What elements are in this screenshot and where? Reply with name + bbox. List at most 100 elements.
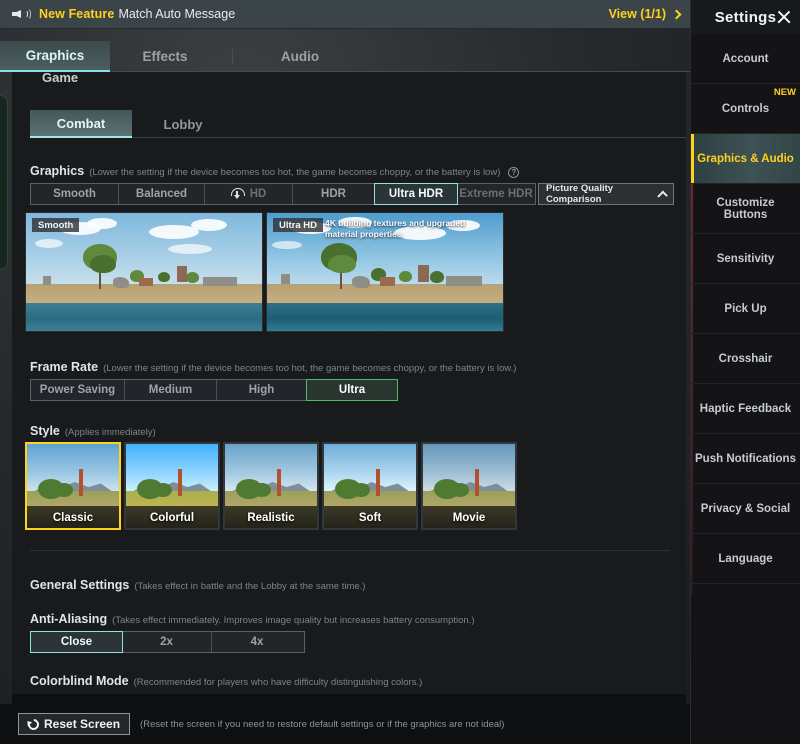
graphics-option-balanced[interactable]: Balanced: [119, 184, 205, 204]
close-icon[interactable]: [776, 9, 792, 25]
announcement-view-link[interactable]: View (1/1): [609, 7, 680, 21]
graphics-option-smooth-label: Smooth: [53, 188, 96, 200]
graphics-option-smooth[interactable]: Smooth: [31, 184, 119, 204]
graphics-option-hd[interactable]: HD: [205, 184, 293, 204]
style-option-soft[interactable]: Soft: [322, 442, 418, 530]
settings-content-panel: Game Settings Combat Lobby Graphics (Low…: [12, 72, 686, 694]
cloud-download-icon: [231, 188, 245, 200]
anti-aliasing-options: Close 2x 4x: [30, 631, 305, 653]
style-options: Classic Colorful Realistic: [25, 442, 517, 530]
subtab-underline: [132, 137, 686, 138]
style-option-movie[interactable]: Movie: [421, 442, 517, 530]
anti-aliasing-option-4x[interactable]: 4x: [212, 632, 302, 652]
sidebar-item-privacy-social[interactable]: Privacy & Social: [691, 484, 800, 534]
style-option-movie-label: Movie: [423, 512, 515, 524]
preview-ultra-hd-description: 4K building textures and upgraded materi…: [325, 218, 485, 240]
preview-ultra-hd: Ultra HD 4K building textures and upgrad…: [266, 212, 504, 332]
picture-quality-comparison-label: Picture Quality Comparison: [546, 183, 659, 205]
anti-aliasing-header: Anti-Aliasing (Takes effect immediately.…: [30, 612, 475, 626]
sidebar-item-language-label: Language: [718, 553, 772, 565]
frame-rate-option-high-label: High: [249, 384, 275, 396]
sidebar-item-pick-up[interactable]: Pick Up: [691, 284, 800, 334]
sidebar-item-graphics-audio[interactable]: Graphics & Audio: [691, 134, 800, 184]
sidebar-item-controls-label: Controls: [722, 103, 769, 115]
style-section-header: Style (Applies immediately): [30, 424, 156, 438]
graphics-option-hd-label: HD: [250, 188, 267, 200]
sidebar-item-account-label: Account: [723, 53, 769, 65]
sidebar-item-push-notifications-label: Push Notifications: [695, 453, 796, 465]
frame-rate-option-ultra[interactable]: Ultra: [306, 379, 398, 401]
style-option-classic-label: Classic: [27, 512, 119, 524]
sidebar-item-account[interactable]: Account: [691, 34, 800, 84]
graphics-quality-options: Smooth Balanced HD HDR Ultra HDR Extreme…: [30, 183, 536, 205]
sidebar-header: Settings: [691, 0, 800, 34]
style-title: Style: [30, 424, 60, 438]
sidebar-item-sensitivity-label: Sensitivity: [717, 253, 775, 265]
style-note: (Applies immediately): [65, 427, 156, 438]
reset-screen-note: (Reset the screen if you need to restore…: [140, 719, 504, 730]
style-option-colorful-label: Colorful: [126, 512, 218, 524]
style-option-colorful[interactable]: Colorful: [124, 442, 220, 530]
announcement-message: Match Auto Message: [118, 7, 235, 21]
sidebar-item-controls-badge: NEW: [774, 87, 796, 98]
subtab-lobby[interactable]: Lobby: [132, 110, 234, 138]
frame-rate-option-power-saving-label: Power Saving: [40, 384, 115, 396]
general-settings-header: General Settings (Takes effect in battle…: [30, 578, 365, 592]
sidebar-title: Settings: [715, 9, 777, 26]
section-divider: [30, 550, 670, 551]
anti-aliasing-option-2x-label: 2x: [160, 636, 173, 648]
reset-screen-label: Reset Screen: [44, 717, 120, 731]
settings-sidebar: Settings Account NEW Controls Graphics &…: [690, 0, 800, 744]
frame-rate-option-high[interactable]: High: [217, 380, 307, 400]
question-mark-icon[interactable]: ?: [508, 167, 519, 178]
speaker-icon: [12, 7, 30, 21]
graphics-option-hdr-label: HDR: [321, 188, 346, 200]
tab-audio-label: Audio: [281, 49, 319, 64]
style-option-realistic[interactable]: Realistic: [223, 442, 319, 530]
subtab-combat[interactable]: Combat: [30, 110, 132, 138]
subtab-lobby-label: Lobby: [164, 117, 203, 132]
sidebar-item-graphics-audio-label: Graphics & Audio: [697, 153, 794, 165]
graphics-option-extreme-hdr-label: Extreme HDR: [459, 188, 533, 200]
style-option-soft-label: Soft: [324, 512, 416, 524]
picture-quality-comparison-button[interactable]: Picture Quality Comparison: [538, 183, 674, 205]
reset-bar: Reset Screen (Reset the screen if you ne…: [0, 704, 690, 744]
sidebar-item-pick-up-label: Pick Up: [724, 303, 766, 315]
tab-effects[interactable]: Effects: [110, 41, 220, 72]
announcement-bar: New Feature Match Auto Message View (1/1…: [0, 0, 690, 29]
main-tab-bar: Graphics Effects Audio: [0, 40, 690, 72]
anti-aliasing-option-close[interactable]: Close: [30, 631, 123, 653]
style-option-classic[interactable]: Classic: [25, 442, 121, 530]
sidebar-item-controls[interactable]: NEW Controls: [691, 84, 800, 134]
graphics-note: (Lower the setting if the device becomes…: [89, 167, 500, 178]
sidebar-item-language[interactable]: Language: [691, 534, 800, 584]
announcement-badge: New Feature: [39, 7, 114, 21]
tab-graphics[interactable]: Graphics: [0, 41, 110, 72]
tab-audio[interactable]: Audio: [245, 41, 355, 72]
sidebar-item-sensitivity[interactable]: Sensitivity: [691, 234, 800, 284]
announcement-view-label: View (1/1): [609, 7, 666, 21]
frame-rate-option-power-saving[interactable]: Power Saving: [31, 380, 125, 400]
graphics-title: Graphics: [30, 164, 84, 178]
sidebar-item-haptic-feedback-label: Haptic Feedback: [700, 403, 791, 415]
reset-screen-button[interactable]: Reset Screen: [18, 713, 130, 735]
left-edge-panel: [0, 95, 8, 270]
colorblind-mode-header: Colorblind Mode (Recommended for players…: [30, 674, 422, 688]
sidebar-item-customize-buttons[interactable]: Customize Buttons: [691, 184, 800, 234]
graphics-option-balanced-label: Balanced: [136, 188, 187, 200]
frame-rate-option-medium[interactable]: Medium: [125, 380, 217, 400]
anti-aliasing-title: Anti-Aliasing: [30, 612, 107, 626]
sidebar-item-crosshair[interactable]: Crosshair: [691, 334, 800, 384]
graphics-option-extreme-hdr[interactable]: Extreme HDR: [457, 184, 535, 204]
reset-arrow-icon: [26, 716, 41, 731]
anti-aliasing-option-2x[interactable]: 2x: [122, 632, 212, 652]
graphics-option-ultra-hdr[interactable]: Ultra HDR: [374, 183, 458, 205]
frame-rate-option-ultra-label: Ultra: [339, 384, 365, 396]
sidebar-item-crosshair-label: Crosshair: [719, 353, 773, 365]
sidebar-item-push-notifications[interactable]: Push Notifications: [691, 434, 800, 484]
graphics-option-hdr[interactable]: HDR: [293, 184, 375, 204]
frame-rate-options: Power Saving Medium High Ultra: [30, 379, 398, 401]
general-settings-note: (Takes effect in battle and the Lobby at…: [134, 581, 365, 592]
sidebar-item-haptic-feedback[interactable]: Haptic Feedback: [691, 384, 800, 434]
anti-aliasing-option-4x-label: 4x: [251, 636, 264, 648]
